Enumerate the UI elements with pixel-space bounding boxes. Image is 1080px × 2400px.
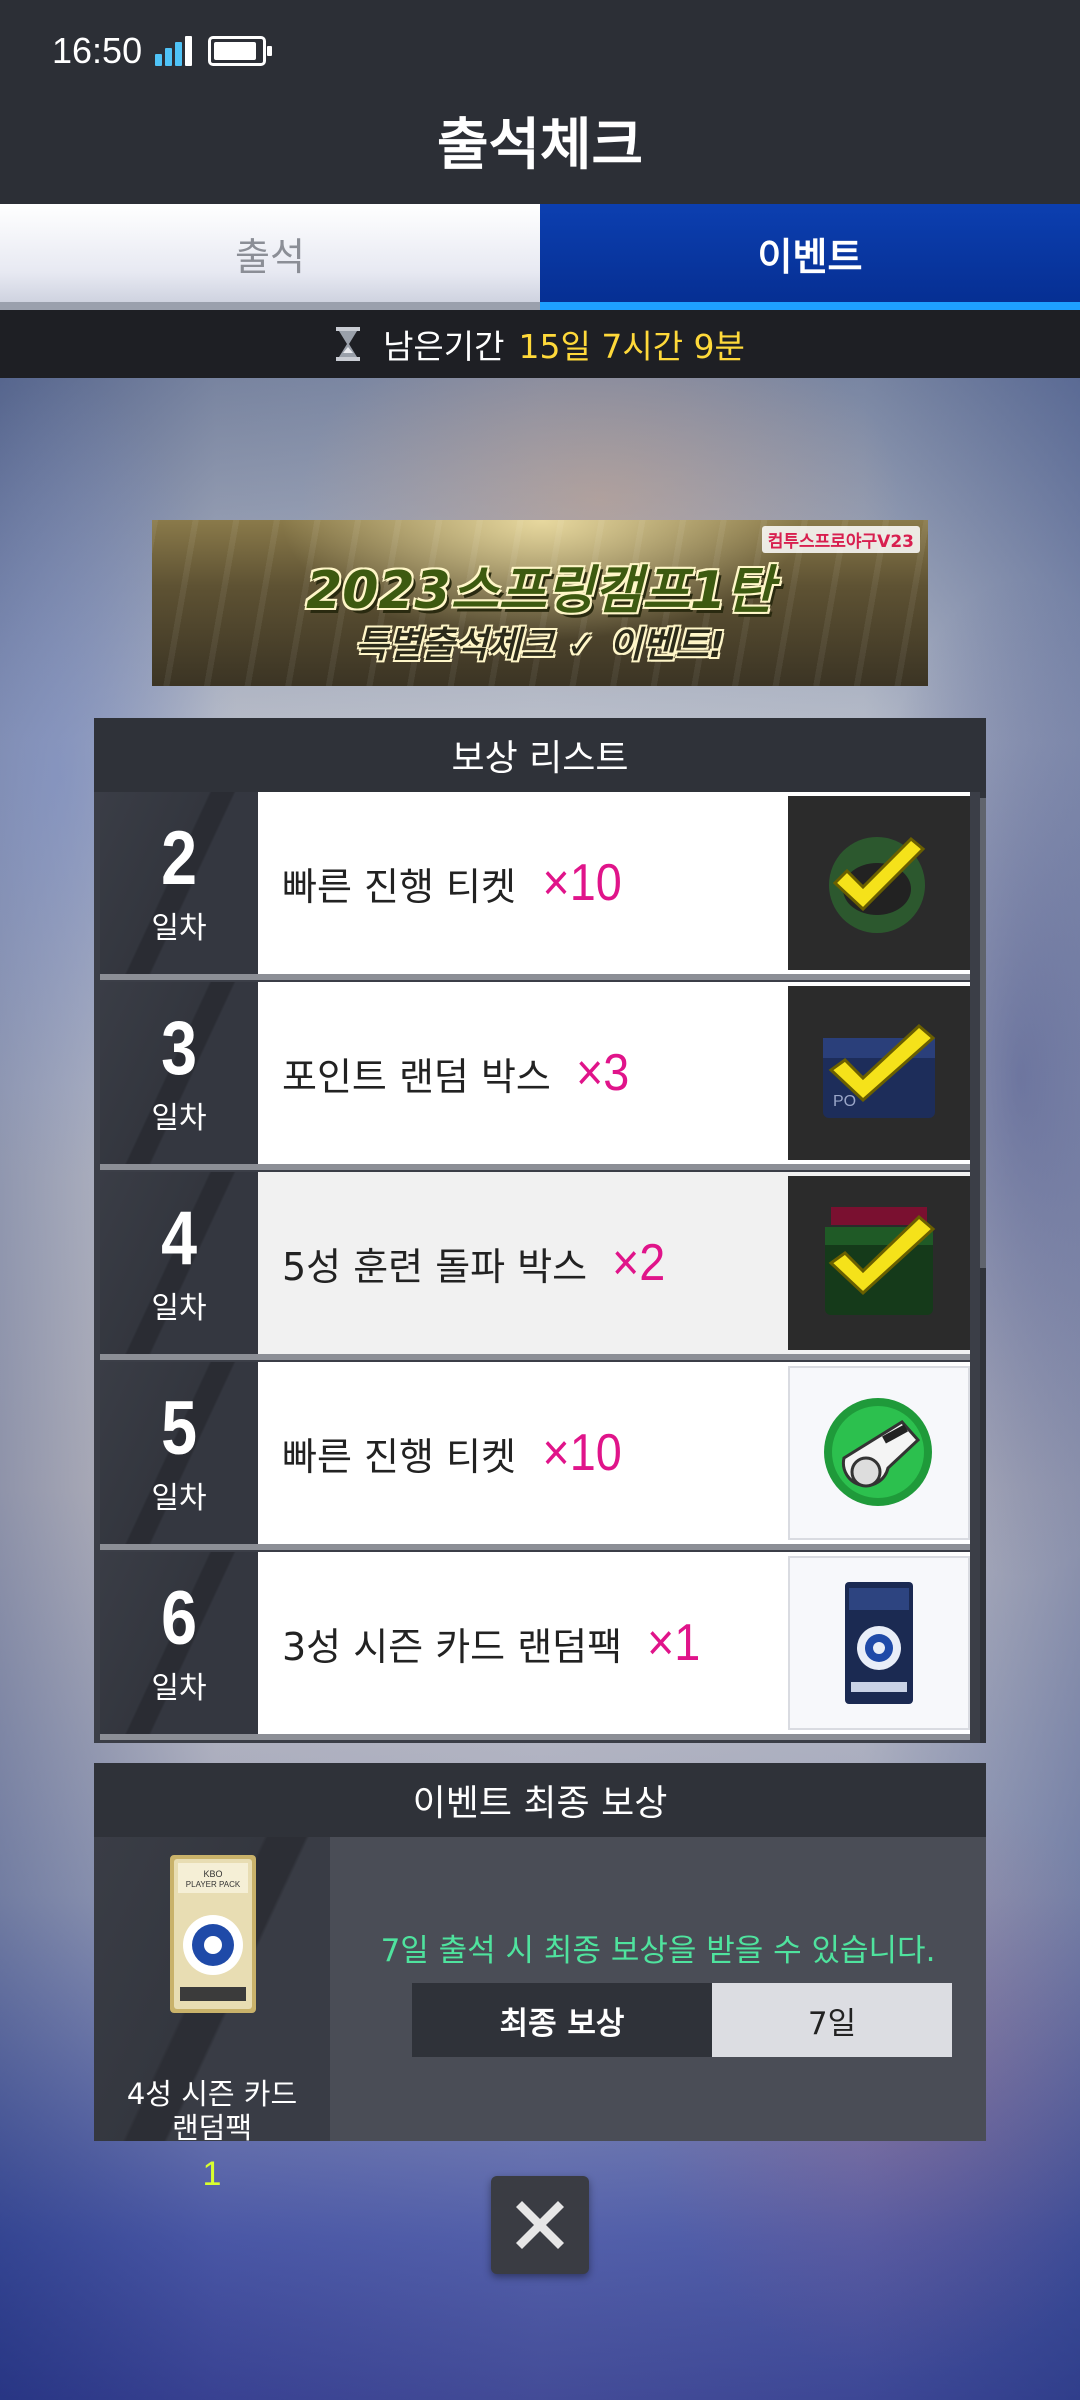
battery-icon — [208, 36, 272, 66]
gold-card-pack-icon: KBO PLAYER PACK — [166, 1853, 260, 2015]
final-reward-table-label: 최종 보상 — [412, 1983, 712, 2057]
day-number: 2 — [161, 816, 197, 901]
reward-text: 3성 시즌 카드 랜덤팩 ×1 — [258, 1552, 788, 1734]
reward-text: 포인트 랜덤 박스 ×3 — [258, 982, 788, 1164]
reward-text: 빠른 진행 티켓 ×10 — [258, 1362, 788, 1544]
card-pack-icon — [788, 1556, 970, 1730]
page-title: 출석체크 — [436, 113, 644, 178]
reward-name: 포인트 랜덤 박스 — [282, 1054, 551, 1099]
list-item: 3 일차 포인트 랜덤 박스 ×3 PO — [100, 982, 970, 1164]
list-item: 4 일차 5성 훈련 돌파 박스 ×2 — [100, 1172, 970, 1354]
final-reward-name: 4성 시즌 카드 랜덤팩 — [126, 2077, 298, 2145]
day-label: 일차 — [151, 1671, 207, 1706]
tab-bar: 출석 이벤트 — [0, 204, 1080, 310]
scrollbar-thumb[interactable] — [980, 798, 986, 1268]
reward-text: 5성 훈련 돌파 박스 ×2 — [258, 1172, 788, 1354]
day-label: 일차 — [151, 1101, 207, 1136]
reward-qty: ×1 — [647, 1614, 701, 1672]
status-time: 16:50 — [52, 30, 143, 71]
banner-title: 2023스프링캠프1탄 — [306, 561, 774, 621]
final-reward-message: 7일 출석 시 최종 보상을 받을 수 있습니다. — [380, 1933, 936, 1969]
day-number: 6 — [161, 1576, 197, 1661]
reward-name: 5성 훈련 돌파 박스 — [282, 1244, 588, 1289]
final-reward-table: 최종 보상 7일 — [412, 1983, 952, 2057]
reward-list-title: 보상 리스트 — [94, 718, 986, 792]
remaining-label: 남은기간 — [383, 327, 505, 366]
final-reward-panel: 이벤트 최종 보상 KBO PLAYER PACK 4성 시즌 카드 랜덤팩 1… — [94, 1763, 986, 2193]
point-box-icon: PO — [788, 986, 970, 1160]
list-item: 5 일차 빠른 진행 티켓 ×10 — [100, 1362, 970, 1544]
list-item: 2 일차 빠른 진행 티켓 ×10 — [100, 792, 970, 974]
final-reward-title: 이벤트 최종 보상 — [94, 1763, 986, 1837]
remaining-time-bar: 남은기간 15일 7시간 9분 — [0, 310, 1080, 378]
day-badge: 2 일차 — [100, 792, 258, 974]
reward-name: 3성 시즌 카드 랜덤팩 — [282, 1624, 623, 1669]
svg-text:KBO: KBO — [203, 1869, 222, 1879]
top-bar: 16:50 출석체크 — [0, 0, 1080, 204]
whistle-icon — [788, 1366, 970, 1540]
remaining-value: 15일 7시간 9분 — [518, 327, 745, 366]
day-number: 5 — [161, 1386, 197, 1471]
whistle-icon — [788, 796, 970, 970]
reward-name: 빠른 진행 티켓 — [282, 864, 516, 909]
day-number: 4 — [161, 1196, 197, 1281]
reward-qty: ×2 — [612, 1234, 666, 1292]
reward-qty: ×3 — [575, 1044, 630, 1102]
reward-qty: ×10 — [542, 1424, 622, 1482]
close-icon — [516, 2201, 564, 2249]
list-item: 6 일차 3성 시즌 카드 랜덤팩 ×1 — [100, 1552, 970, 1734]
reward-list[interactable]: 2 일차 빠른 진행 티켓 ×10 3 일차 포인트 랜덤 박스 ×3 PO 4… — [100, 792, 970, 1743]
event-banner[interactable]: 컴투스프로야구V23 2023스프링캠프1탄 특별출석체크 ✓ 이벤트! — [152, 520, 928, 686]
day-label: 일차 — [151, 1481, 207, 1516]
day-badge: 5 일차 — [100, 1362, 258, 1544]
close-button[interactable] — [491, 2176, 589, 2274]
final-reward-item: KBO PLAYER PACK 4성 시즌 카드 랜덤팩 1 — [94, 1837, 330, 2193]
reward-name: 빠른 진행 티켓 — [282, 1434, 516, 1479]
tab-event[interactable]: 이벤트 — [540, 204, 1080, 310]
reward-text: 빠른 진행 티켓 ×10 — [258, 792, 788, 974]
day-label: 일차 — [151, 1291, 207, 1326]
reward-qty: ×10 — [542, 854, 622, 912]
signal-icon — [155, 36, 195, 66]
hourglass-icon — [335, 327, 361, 361]
day-number: 3 — [161, 1006, 197, 1091]
day-badge: 3 일차 — [100, 982, 258, 1164]
banner-subtitle: 특별출석체크 ✓ 이벤트! — [355, 625, 725, 666]
final-reward-table-value: 7일 — [712, 1983, 952, 2057]
training-box-icon — [788, 1176, 970, 1350]
svg-text:PLAYER PACK: PLAYER PACK — [186, 1880, 241, 1889]
final-reward-count: 1 — [202, 2155, 222, 2193]
day-badge: 4 일차 — [100, 1172, 258, 1354]
day-label: 일차 — [151, 911, 207, 946]
reward-list-panel: 보상 리스트 2 일차 빠른 진행 티켓 ×10 3 일차 포인트 랜덤 박스 … — [94, 718, 986, 1743]
day-badge: 6 일차 — [100, 1552, 258, 1734]
svg-text:PO: PO — [833, 1093, 856, 1110]
tab-attendance[interactable]: 출석 — [0, 204, 540, 310]
